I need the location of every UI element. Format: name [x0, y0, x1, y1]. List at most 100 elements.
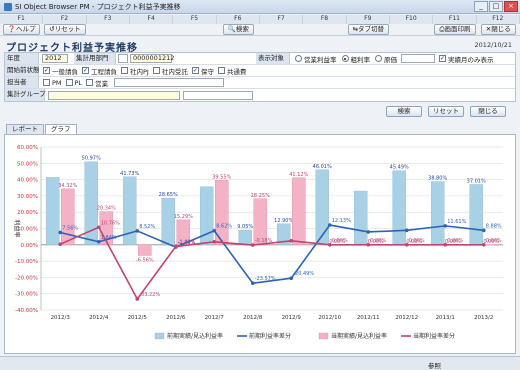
tab-graph[interactable]: グラフ [45, 124, 77, 134]
curr-diff-label: -0.16% [255, 238, 273, 244]
search-button[interactable]: 検索 [386, 105, 422, 117]
prev-diff-label: 11.61% [447, 219, 466, 225]
y-tick-label: 0.00% [21, 243, 38, 249]
bar-prev [238, 229, 252, 246]
curr-diff-point [212, 240, 217, 244]
year-input[interactable]: 2012 [42, 54, 68, 63]
person-option-1[interactable]: PL [62, 79, 82, 87]
bar-curr-label: 39.55% [212, 174, 231, 180]
check-icon[interactable]: ✓ [191, 67, 199, 74]
bar-prev-label: 28.65% [159, 192, 178, 198]
curr-diff-point [58, 242, 63, 246]
fkey-12: F12 [477, 15, 520, 24]
close-button[interactable]: 閉じる [470, 105, 506, 117]
curr-diff-label: 0.00% [409, 238, 425, 244]
bar-prev-label: 37.01% [467, 178, 486, 184]
status-option-0[interactable]: ✓ 一般請負 [39, 66, 78, 76]
check-icon[interactable]: ✓ [43, 67, 50, 74]
display-option-1[interactable]: 粗利率 [337, 54, 370, 64]
bar-prev [430, 181, 445, 245]
prev-diff-label: 8.62% [216, 224, 232, 230]
display-option-2[interactable]: 原価 [370, 54, 397, 64]
group-select-2[interactable] [183, 90, 253, 100]
bar-prev-label: 45.49% [390, 165, 409, 171]
display-label: 表示対象 [256, 53, 290, 64]
check-icon[interactable] [43, 79, 50, 86]
reset-button[interactable]: リセット [428, 105, 464, 117]
check-icon[interactable] [86, 79, 94, 86]
person-option-0[interactable]: PM [39, 79, 62, 87]
curr-diff-label: -1.09% [178, 240, 196, 246]
y-tick-label: 50.00% [17, 161, 38, 167]
check-icon[interactable] [65, 79, 73, 86]
radio-icon[interactable] [295, 55, 302, 62]
status-option-3[interactable]: 社内受託 [149, 66, 188, 76]
minimize-button[interactable]: _ [474, 1, 488, 12]
form-row-group: 集計グループ [5, 89, 515, 101]
y-tick-label: -20.00% [15, 275, 38, 281]
check-icon[interactable]: ✓ [82, 67, 89, 74]
function-key-bar: F1 F2 F3 F4 F5 F6 F7 F8 F9 F10 F11 F12 [0, 15, 520, 24]
display-select[interactable] [401, 54, 435, 63]
x-tick-label: 2012/3 [51, 315, 71, 321]
close-window-button[interactable]: × [504, 1, 518, 12]
curr-diff-label: 0.00% [332, 238, 348, 244]
status-option-1[interactable]: ✓ 工程請負 [78, 66, 117, 76]
app-icon [4, 2, 12, 11]
y-tick-label: 30.00% [17, 194, 38, 200]
bar-prev [392, 170, 406, 245]
screen-print-button[interactable]: ⎙画面印刷 [434, 24, 476, 35]
display-option-0[interactable]: 営業利益率 [290, 54, 337, 64]
check-icon[interactable]: ✓ [439, 55, 446, 62]
person-option-2[interactable]: 営業 [82, 78, 108, 88]
y-tick-label: -40.00% [15, 308, 38, 314]
close-toolbar-button[interactable]: ✕閉じる [480, 24, 516, 35]
group-select[interactable] [48, 90, 180, 100]
check-icon[interactable] [152, 67, 160, 74]
person-input[interactable] [114, 78, 225, 87]
status-option-2[interactable]: 社内PJ [117, 66, 149, 76]
tab-report[interactable]: レポート [6, 124, 44, 134]
reset-toolbar-button[interactable]: ↺リセット [44, 24, 86, 35]
bar-curr-label: -6.56% [136, 257, 154, 263]
maximize-button[interactable]: □ [489, 1, 503, 12]
y-tick-label: 20.00% [17, 210, 38, 216]
y-axis-label: 利益率 [13, 219, 21, 237]
form-row-person: 担当者 PM PL 営業 [5, 77, 515, 89]
profit-chart: 60.00%50.00%40.00%30.00%20.00%10.00%0.00… [13, 145, 503, 340]
radio-icon[interactable] [341, 55, 349, 62]
fkey-6: F6 [217, 15, 260, 24]
curr-diff-label: 10.76% [101, 220, 120, 226]
x-tick-label: 2012/8 [243, 315, 263, 321]
fkey-3: F3 [87, 15, 130, 24]
fkey-8: F8 [303, 15, 347, 24]
year-label: 年度 [5, 53, 39, 64]
search-toolbar-button[interactable]: 🔍検索 [222, 24, 254, 35]
dept-lookup-icon[interactable] [118, 54, 128, 63]
legend-swatch [318, 332, 329, 340]
x-tick-label: 2012/6 [166, 315, 186, 321]
fkey-5: F5 [173, 15, 217, 24]
bar-curr [61, 188, 75, 245]
bar-prev [353, 190, 368, 245]
status-bar: 参照 [0, 356, 520, 370]
chart-panel: 60.00% 50.00% 40.00% 30.00% 20.00% 10.00% 0.00… [4, 134, 516, 354]
bar-curr-label: 20.34% [97, 206, 116, 212]
help-button[interactable]: ❓ヘルプ [2, 24, 41, 35]
x-tick-label: 2012/10 [318, 315, 341, 321]
form-row-status: 開始前状態 ✓ 一般請負 ✓ 工程請負 社内PJ 社内受託 ✓ 保守 共通費 [5, 65, 515, 77]
status-option-5[interactable]: 共通費 [214, 66, 246, 76]
bar-prev-label: 46.01% [313, 164, 332, 170]
status-option-4[interactable]: ✓ 保守 [188, 66, 214, 76]
check-icon[interactable] [121, 67, 128, 74]
actual-only-checkbox[interactable]: ✓ 実績月のみ表示 [435, 54, 494, 64]
radio-icon[interactable] [375, 55, 382, 62]
tab-switch-button[interactable]: ⇆タブ切替 [347, 24, 390, 35]
x-tick-label: 2012/5 [128, 315, 148, 321]
bar-curr-label: 41.12% [289, 172, 308, 178]
dept-input[interactable]: 0000001212 [130, 54, 174, 63]
check-icon[interactable] [217, 67, 225, 74]
legend-label: 当期利益率差分 [413, 332, 455, 340]
x-tick-label: 2012/9 [282, 315, 302, 321]
bar-prev-label: 38.80% [428, 176, 447, 182]
